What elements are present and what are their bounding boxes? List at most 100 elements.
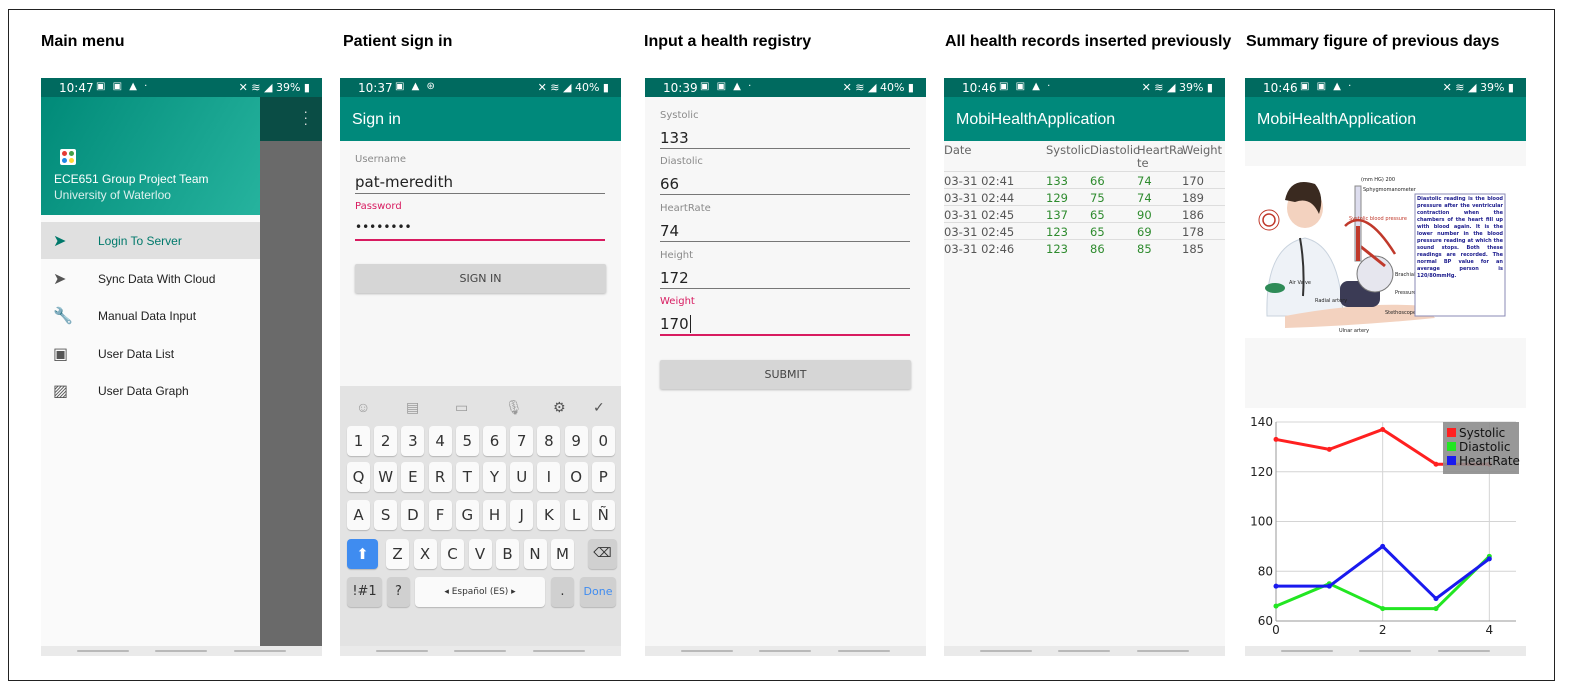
sign-in-button[interactable]: SIGN IN bbox=[355, 264, 606, 293]
label-systolic-bp: Systolic blood pressure bbox=[1349, 216, 1407, 222]
nav-recent[interactable] bbox=[77, 650, 129, 652]
key-8[interactable]: 8 bbox=[537, 426, 561, 456]
systolic-label: Systolic bbox=[660, 110, 699, 121]
nav-back[interactable] bbox=[838, 650, 890, 652]
key-1[interactable]: 1 bbox=[347, 426, 370, 456]
nav-recent[interactable] bbox=[1281, 650, 1333, 652]
nav-home[interactable] bbox=[1359, 650, 1411, 652]
status-bar: 10:39 ▣ ▣ ▲ · ✕ ≋ ◢ 40% ▮ bbox=[645, 78, 926, 97]
submit-button[interactable]: SUBMIT bbox=[660, 360, 911, 389]
key-ñ[interactable]: Ñ bbox=[591, 500, 615, 530]
nav-back[interactable] bbox=[1137, 650, 1189, 652]
emoji-icon[interactable]: ☺ bbox=[356, 399, 370, 415]
key-z[interactable]: Z bbox=[386, 539, 409, 569]
key-a[interactable]: A bbox=[347, 500, 370, 530]
key-5[interactable]: 5 bbox=[455, 426, 479, 456]
password-field[interactable]: •••••••• bbox=[355, 220, 412, 234]
question-key[interactable]: ? bbox=[387, 577, 410, 607]
table-row[interactable]: 03-31 02:41 133 66 74 170 bbox=[944, 171, 1225, 189]
key-g[interactable]: G bbox=[455, 500, 479, 530]
key-b[interactable]: B bbox=[496, 539, 519, 569]
password-label: Password bbox=[355, 201, 402, 212]
sticker-icon[interactable]: ▤ bbox=[406, 399, 419, 416]
backspace-key[interactable]: ⌫ bbox=[588, 539, 617, 569]
nav-recent[interactable] bbox=[681, 650, 733, 652]
nav-back[interactable] bbox=[533, 650, 585, 652]
shift-key[interactable]: ⬆ bbox=[347, 539, 378, 569]
key-i[interactable]: I bbox=[537, 462, 561, 492]
nav-recent[interactable] bbox=[376, 650, 428, 652]
key-k[interactable]: K bbox=[537, 500, 561, 530]
mic-icon[interactable]: 🎙 bbox=[505, 399, 523, 416]
key-l[interactable]: L bbox=[564, 500, 588, 530]
nav-home[interactable] bbox=[454, 650, 506, 652]
key-3[interactable]: 3 bbox=[401, 426, 425, 456]
diastolic-underline bbox=[660, 194, 910, 195]
nav-home[interactable] bbox=[1058, 650, 1110, 652]
symbols-key[interactable]: !#1 bbox=[347, 577, 382, 607]
password-underline bbox=[355, 239, 605, 241]
key-q[interactable]: Q bbox=[347, 462, 370, 492]
period-key[interactable]: . bbox=[551, 577, 574, 607]
key-y[interactable]: Y bbox=[483, 462, 506, 492]
space-key[interactable]: ◂ Español (ES) ▸ bbox=[415, 577, 545, 607]
menu-item-manual-data-input[interactable]: 🔧 Manual Data Input bbox=[41, 297, 260, 334]
status-bar: 10:46 ▣ ▣ ▲ · ✕ ≋ ◢ 39% ▮ bbox=[944, 78, 1225, 97]
gif-icon[interactable]: ▭ bbox=[455, 399, 468, 416]
key-e[interactable]: E bbox=[401, 462, 425, 492]
key-p[interactable]: P bbox=[591, 462, 615, 492]
send-icon: ➤ bbox=[53, 271, 67, 288]
key-2[interactable]: 2 bbox=[374, 426, 398, 456]
table-row[interactable]: 03-31 02:45 123 65 69 178 bbox=[944, 222, 1225, 240]
key-c[interactable]: C bbox=[441, 539, 464, 569]
key-0[interactable]: 0 bbox=[591, 426, 615, 456]
username-field[interactable]: pat-meredith bbox=[355, 173, 453, 191]
height-field[interactable]: 172 bbox=[660, 269, 689, 287]
key-9[interactable]: 9 bbox=[564, 426, 588, 456]
table-row[interactable]: 03-31 02:44 129 75 74 189 bbox=[944, 188, 1225, 206]
table-row[interactable]: 03-31 02:46 123 86 85 185 bbox=[944, 239, 1225, 257]
menu-item-login-to-server[interactable]: ➤ Login To Server bbox=[41, 222, 260, 259]
nav-bar bbox=[645, 646, 926, 656]
key-o[interactable]: O bbox=[564, 462, 588, 492]
key-f[interactable]: F bbox=[428, 500, 452, 530]
key-d[interactable]: D bbox=[401, 500, 425, 530]
phone-sign-in: 10:37 ▣ ▲ ⊛ ✕ ≋ ◢ 40% ▮ Sign in Username… bbox=[340, 78, 621, 656]
cell-heartrate: 90 bbox=[1137, 208, 1152, 222]
nav-home[interactable] bbox=[155, 650, 207, 652]
table-row[interactable]: 03-31 02:45 137 65 90 186 bbox=[944, 205, 1225, 223]
key-r[interactable]: R bbox=[428, 462, 452, 492]
nav-recent[interactable] bbox=[980, 650, 1032, 652]
key-4[interactable]: 4 bbox=[428, 426, 452, 456]
settings-icon[interactable]: ⚙ bbox=[553, 399, 566, 416]
key-t[interactable]: T bbox=[455, 462, 479, 492]
key-h[interactable]: H bbox=[483, 500, 506, 530]
nav-back[interactable] bbox=[1438, 650, 1490, 652]
nav-home[interactable] bbox=[759, 650, 811, 652]
data-point-heartrate bbox=[1326, 583, 1332, 589]
diastolic-field[interactable]: 66 bbox=[660, 175, 679, 193]
key-7[interactable]: 7 bbox=[510, 426, 534, 456]
key-x[interactable]: X bbox=[413, 539, 437, 569]
key-m[interactable]: M bbox=[551, 539, 574, 569]
menu-item-sync-data[interactable]: ➤ Sync Data With Cloud bbox=[41, 260, 260, 297]
key-n[interactable]: N bbox=[523, 539, 547, 569]
key-u[interactable]: U bbox=[510, 462, 534, 492]
key-s[interactable]: S bbox=[374, 500, 398, 530]
cell-weight: 189 bbox=[1182, 191, 1204, 205]
heartrate-field[interactable]: 74 bbox=[660, 222, 679, 240]
weight-field[interactable]: 170 bbox=[660, 315, 691, 333]
done-key[interactable]: Done bbox=[580, 577, 616, 607]
chevron-down-icon[interactable]: ✓ bbox=[593, 399, 605, 416]
nav-back[interactable] bbox=[234, 650, 286, 652]
key-w[interactable]: W bbox=[374, 462, 398, 492]
overflow-menu-icon[interactable]: · · · bbox=[303, 104, 308, 130]
menu-item-user-data-graph[interactable]: ▨ User Data Graph bbox=[41, 372, 260, 409]
key-6[interactable]: 6 bbox=[483, 426, 506, 456]
key-v[interactable]: V bbox=[468, 539, 492, 569]
menu-item-user-data-list[interactable]: ▣ User Data List bbox=[41, 335, 260, 372]
key-j[interactable]: J bbox=[510, 500, 534, 530]
drawer-scrim[interactable]: · · · bbox=[260, 97, 322, 646]
header-weight: Weight bbox=[1182, 143, 1223, 157]
systolic-field[interactable]: 133 bbox=[660, 129, 689, 147]
